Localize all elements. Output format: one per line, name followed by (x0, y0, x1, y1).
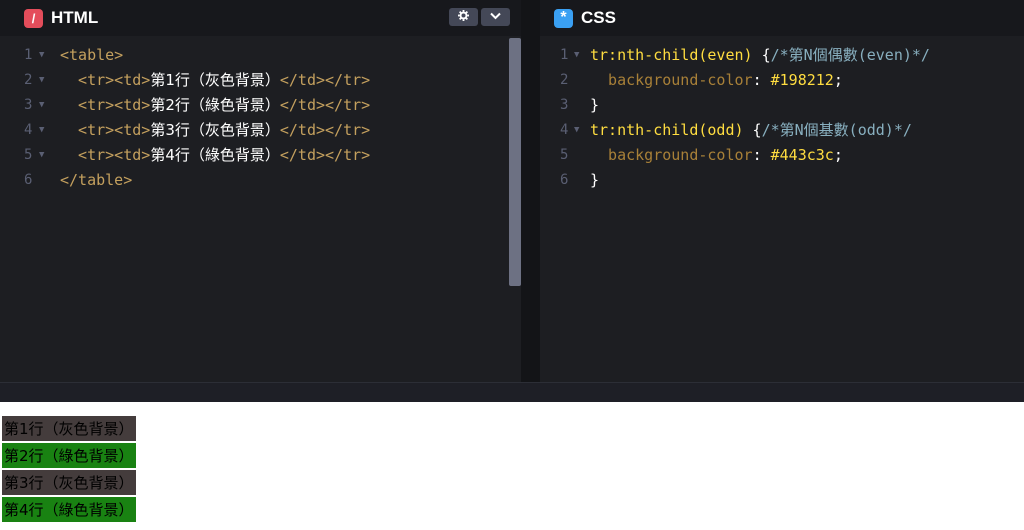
code-token: 第2行（綠色背景） (150, 96, 280, 114)
code-text: background-color: #198212; (590, 68, 843, 93)
code-text: <table> (60, 43, 123, 68)
code-token: ; (833, 71, 843, 89)
css-code-line[interactable]: 3} (540, 93, 1024, 118)
line-number: 6 (24, 172, 33, 188)
html-icon: / (24, 8, 43, 28)
table-cell: 第4行（綠色背景） (2, 497, 136, 522)
code-token: <tr><td> (60, 71, 151, 89)
table-cell: 第1行（灰色背景） (2, 416, 136, 441)
editor-area: / HTML 1 ▼ <table> 2 ▼ <tr><td>第1行（灰色背景）</td… (0, 0, 1024, 382)
code-token: #198212 (770, 71, 834, 89)
code-token: tr:nth-child(odd) (590, 121, 744, 139)
code-token: <table> (60, 46, 124, 64)
code-text: <tr><td>第1行（灰色背景）</td></tr> (60, 68, 370, 93)
code-token: 第1行（灰色背景） (150, 71, 280, 89)
css-pane-title: * CSS (554, 8, 616, 28)
fold-arrow-icon[interactable]: ▼ (39, 43, 44, 68)
html-code-line[interactable]: 3 ▼ <tr><td>第2行（綠色背景）</td></tr> (0, 93, 521, 118)
css-code-line[interactable]: 1 ▼ tr:nth-child(even) {/*第N個偶數(even)*/ (540, 43, 1024, 68)
css-code-editor[interactable]: 1 ▼ tr:nth-child(even) {/*第N個偶數(even)*/2 b… (540, 43, 1024, 193)
code-token: : (752, 146, 771, 164)
html-code-editor[interactable]: 1 ▼ <table> 2 ▼ <tr><td>第1行（灰色背景）</td></tr> 3… (0, 43, 521, 193)
code-token: /*第N個基數(odd)*/ (761, 121, 912, 139)
code-token: </td></tr> (279, 146, 371, 164)
code-token: </td></tr> (279, 121, 371, 139)
collapse-button[interactable] (481, 8, 510, 26)
code-token: <tr><td> (60, 96, 151, 114)
code-token: } (590, 96, 600, 114)
css-editor-pane: * CSS 1 ▼ tr:nth-child(even) {/*第N個偶數(even… (540, 0, 1024, 382)
css-code-line[interactable]: 4 ▼ tr:nth-child(odd) {/*第N個基數(odd)*/ (540, 118, 1024, 143)
table-cell: 第2行（綠色背景） (2, 443, 136, 468)
table-cell: 第3行（灰色背景） (2, 470, 136, 495)
html-editor-pane: / HTML 1 ▼ <table> 2 ▼ <tr><td>第1行（灰色背景）</td… (0, 0, 521, 382)
css-code-line[interactable]: 5 background-color: #443c3c; (540, 143, 1024, 168)
gear-icon (458, 10, 469, 24)
code-token: </table> (60, 171, 133, 189)
result-preview: 第1行（灰色背景） 第2行（綠色背景） 第3行（灰色背景） 第4行（綠色背景） (0, 402, 1024, 530)
html-scrollbar[interactable] (509, 38, 521, 286)
code-text: tr:nth-child(odd) {/*第N個基數(odd)*/ (590, 118, 912, 143)
html-pane-header: / HTML (0, 0, 521, 36)
html-title-text: HTML (51, 8, 99, 27)
code-token: { (752, 46, 771, 64)
code-token: ; (833, 146, 843, 164)
fold-arrow-icon[interactable]: ▼ (39, 118, 44, 143)
pane-gutter[interactable] (521, 0, 540, 382)
code-text: background-color: #443c3c; (590, 143, 843, 168)
line-number: 3 (560, 97, 569, 113)
code-text: tr:nth-child(even) {/*第N個偶數(even)*/ (590, 43, 930, 68)
fold-arrow-icon[interactable]: ▼ (39, 68, 44, 93)
code-text: <tr><td>第4行（綠色背景）</td></tr> (60, 143, 370, 168)
code-token: { (743, 121, 762, 139)
fold-arrow-icon[interactable]: ▼ (39, 93, 44, 118)
html-code-line[interactable]: 1 ▼ <table> (0, 43, 521, 68)
result-table: 第1行（灰色背景） 第2行（綠色背景） 第3行（灰色背景） 第4行（綠色背景） (2, 414, 136, 524)
code-token: background-color (590, 146, 753, 164)
css-title-text: CSS (581, 8, 616, 27)
code-token: tr:nth-child(even) (590, 46, 753, 64)
line-number: 5 (560, 147, 569, 163)
code-text: </table> (60, 168, 132, 193)
code-token: <tr><td> (60, 121, 151, 139)
settings-button[interactable] (449, 8, 478, 26)
table-row: 第2行（綠色背景） (2, 443, 136, 468)
code-token: #443c3c (770, 146, 834, 164)
fold-arrow-icon[interactable]: ▼ (39, 143, 44, 168)
html-code-line[interactable]: 2 ▼ <tr><td>第1行（灰色背景）</td></tr> (0, 68, 521, 93)
html-code-line[interactable]: 5 ▼ <tr><td>第4行（綠色背景）</td></tr> (0, 143, 521, 168)
code-token: background-color (590, 71, 753, 89)
table-row: 第1行（灰色背景） (2, 416, 136, 441)
table-row: 第3行（灰色背景） (2, 470, 136, 495)
code-token: 第4行（綠色背景） (150, 146, 280, 164)
code-token: <tr><td> (60, 146, 151, 164)
code-text: <tr><td>第2行（綠色背景）</td></tr> (60, 93, 370, 118)
code-token: </td></tr> (279, 96, 371, 114)
css-code-line[interactable]: 2 background-color: #198212; (540, 68, 1024, 93)
line-number: 6 (560, 172, 569, 188)
html-code-line[interactable]: 4 ▼ <tr><td>第3行（灰色背景）</td></tr> (0, 118, 521, 143)
code-text: } (590, 93, 599, 118)
code-token: 第3行（灰色背景） (150, 121, 280, 139)
code-token: /*第N個偶數(even)*/ (770, 46, 930, 64)
code-text: } (590, 168, 599, 193)
code-token: </td></tr> (279, 71, 371, 89)
table-row: 第4行（綠色背景） (2, 497, 136, 522)
code-token: : (752, 71, 771, 89)
code-token: } (590, 171, 600, 189)
code-text: <tr><td>第3行（灰色背景）</td></tr> (60, 118, 370, 143)
css-icon: * (554, 8, 573, 28)
fold-arrow-icon[interactable]: ▼ (574, 43, 579, 68)
fold-arrow-icon[interactable]: ▼ (574, 118, 579, 143)
line-number: 2 (560, 72, 569, 88)
css-code-line[interactable]: 6} (540, 168, 1024, 193)
result-resize-bar[interactable] (0, 382, 1024, 402)
html-pane-title: / HTML (24, 8, 98, 28)
html-code-line[interactable]: 6 </table> (0, 168, 521, 193)
css-pane-header: * CSS (540, 0, 1024, 36)
chevron-down-icon (490, 11, 501, 23)
